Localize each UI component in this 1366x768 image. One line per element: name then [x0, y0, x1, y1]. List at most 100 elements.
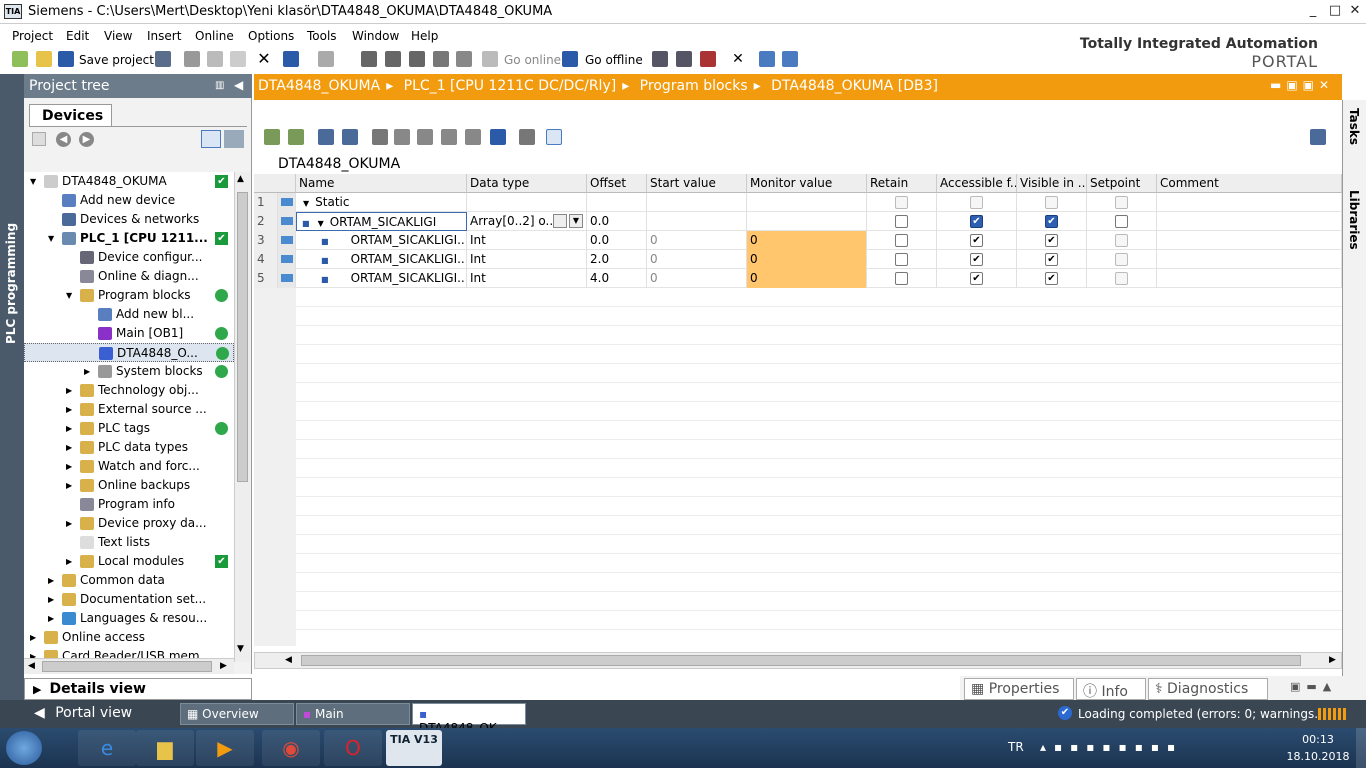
tab-diagnostics[interactable]: ⚕ Diagnostics	[1148, 678, 1268, 700]
col-header-monitor[interactable]: Monitor value	[747, 174, 867, 193]
copy-icon[interactable]	[207, 51, 223, 67]
menu-online[interactable]: Online	[195, 29, 234, 43]
row-accessible[interactable]: ✔	[937, 212, 1017, 231]
tab-libraries[interactable]: Libraries	[1347, 190, 1361, 250]
tree-item-common-data[interactable]: ▶ Common data	[24, 571, 234, 590]
device-icon[interactable]	[456, 51, 472, 67]
tab-db[interactable]: ▪ DTA4848_OK...	[412, 703, 526, 735]
row-visible[interactable]: ✔	[1017, 250, 1087, 269]
dropdown-icon[interactable]: ▼	[569, 214, 583, 228]
tab-devices[interactable]: Devices	[29, 104, 112, 126]
breadcrumb-block[interactable]: DTA4848_OKUMA [DB3]	[771, 78, 938, 94]
scroll-left-icon[interactable]: ◀	[28, 661, 35, 671]
compile-icon[interactable]	[361, 51, 377, 67]
tab-main[interactable]: ▪ Main	[296, 703, 410, 725]
show-desktop-button[interactable]	[1356, 728, 1366, 768]
accessible-devices-icon[interactable]	[652, 51, 668, 67]
collapse-all-icon[interactable]	[342, 129, 358, 145]
tree-item-technology[interactable]: ▶ Technology obj...	[24, 381, 234, 400]
pin-icon[interactable]: ▥	[215, 80, 224, 91]
go-offline-icon[interactable]	[562, 51, 578, 67]
scroll-up-icon[interactable]: ▲	[237, 174, 244, 184]
row-setpoint[interactable]	[1087, 212, 1157, 231]
split-horizontal-icon[interactable]	[759, 51, 775, 67]
clock-time[interactable]: 00:13	[1296, 733, 1340, 746]
undo-icon[interactable]	[283, 51, 299, 67]
menu-help[interactable]: Help	[411, 29, 438, 43]
details-view-panel[interactable]: ▶ Details view	[24, 678, 252, 700]
new-project-icon[interactable]	[12, 51, 28, 67]
tab-overview[interactable]: ▦ Overview	[180, 703, 294, 725]
tree-item-device-proxy[interactable]: ▶ Device proxy da...	[24, 514, 234, 533]
start-cpu-icon[interactable]	[676, 51, 692, 67]
insert-row-icon[interactable]	[264, 129, 280, 145]
tree-item-languages[interactable]: ▶ Languages & resou...	[24, 609, 234, 628]
row-name[interactable]: ■ ORTAM_SICAKLIGI...	[296, 269, 467, 288]
tree-item-online-diag[interactable]: Online & diagn...	[24, 267, 234, 286]
row-comment[interactable]	[1157, 212, 1342, 231]
minimize-icon[interactable]: _	[1304, 3, 1322, 19]
tree-item-online-backups[interactable]: ▶ Online backups	[24, 476, 234, 495]
paste-icon[interactable]	[230, 51, 246, 67]
save-project-button[interactable]: Save project	[79, 53, 154, 67]
table-row[interactable]: 4 ■ ORTAM_SICAKLIGI... Int 2.0 0 0 ✔ ✔	[254, 250, 1342, 269]
row-accessible[interactable]	[937, 193, 1017, 212]
upload-icon[interactable]	[409, 51, 425, 67]
col-header-retain[interactable]: Retain	[867, 174, 937, 193]
tree-item-documentation[interactable]: ▶ Documentation set...	[24, 590, 234, 609]
expand-icon[interactable]: ▶	[33, 683, 41, 696]
inspector-window-controls-icon[interactable]: ▣▬▲	[1290, 680, 1337, 693]
close-icon[interactable]: ✕	[1346, 3, 1364, 19]
maximize-icon[interactable]: □	[1326, 3, 1344, 19]
breadcrumb-plc[interactable]: PLC_1 [CPU 1211C DC/DC/Rly]	[404, 78, 617, 94]
array-editor-icon[interactable]	[553, 214, 567, 228]
row-retain[interactable]	[867, 250, 937, 269]
chrome-icon[interactable]: ◉	[262, 730, 320, 766]
row-visible[interactable]	[1017, 193, 1087, 212]
open-project-icon[interactable]	[36, 51, 52, 67]
tab-properties[interactable]: ▦ Properties	[964, 678, 1074, 700]
row-datatype[interactable]: Int	[467, 250, 587, 269]
tree-item-program-blocks[interactable]: ▼ Program blocks	[24, 286, 234, 305]
col-header-setpoint[interactable]: Setpoint	[1087, 174, 1157, 193]
tree-item-external-source[interactable]: ▶ External source ...	[24, 400, 234, 419]
row-datatype[interactable]: Array[0..2] o... ▼	[467, 212, 587, 231]
row-start-value[interactable]: 0	[647, 269, 747, 288]
tree-item-main-ob1[interactable]: Main [OB1]	[24, 324, 234, 343]
tree-item-text-lists[interactable]: Text lists	[24, 533, 234, 552]
editor-window-controls-icon[interactable]: ▬▣▣✕	[1270, 78, 1334, 92]
row-setpoint[interactable]	[1087, 193, 1157, 212]
expand-all-icon[interactable]	[318, 129, 334, 145]
editor-scroll-thumb[interactable]	[301, 655, 1301, 666]
portal-view-button[interactable]: ◀ Portal view	[34, 705, 132, 721]
monitor-all-icon[interactable]	[546, 129, 562, 145]
start-button-icon[interactable]	[6, 731, 42, 765]
tray-icons-icon[interactable]: ▴▪▪▪▪▪▪▪▪	[1040, 740, 1183, 754]
row-start-value[interactable]	[647, 193, 747, 212]
row-accessible[interactable]: ✔	[937, 269, 1017, 288]
scroll-right-icon[interactable]: ▶	[1329, 655, 1336, 665]
row-comment[interactable]	[1157, 250, 1342, 269]
tree-item-program-info[interactable]: Program info	[24, 495, 234, 514]
scroll-right-icon[interactable]: ▶	[220, 661, 227, 671]
tree-item-project[interactable]: ▼ DTA4848_OKUMA ✔	[24, 172, 234, 191]
clock-date[interactable]: 18.10.2018	[1286, 750, 1350, 763]
col-header-start[interactable]: Start value	[647, 174, 747, 193]
snapshot-icon[interactable]	[372, 129, 388, 145]
collapse-left-icon[interactable]: ◀	[234, 78, 243, 92]
row-datatype[interactable]: Int	[467, 269, 587, 288]
tree-item-local-modules[interactable]: ▶ Local modules ✔	[24, 552, 234, 571]
go-online-button[interactable]: Go online	[504, 53, 561, 67]
row-setpoint[interactable]	[1087, 269, 1157, 288]
tree-item-db3[interactable]: DTA4848_O...	[24, 343, 234, 362]
row-comment[interactable]	[1157, 231, 1342, 250]
menu-insert[interactable]: Insert	[147, 29, 181, 43]
scroll-down-icon[interactable]: ▼	[237, 644, 244, 654]
cut-icon[interactable]	[184, 51, 200, 67]
menu-view[interactable]: View	[104, 29, 132, 43]
col-header-offset[interactable]: Offset	[587, 174, 647, 193]
row-visible[interactable]: ✔	[1017, 212, 1087, 231]
table-row[interactable]: 3 ■ ORTAM_SICAKLIGI... Int 0.0 0 0 ✔ ✔	[254, 231, 1342, 250]
save-icon[interactable]	[58, 51, 74, 67]
tab-tasks[interactable]: Tasks	[1347, 108, 1361, 145]
